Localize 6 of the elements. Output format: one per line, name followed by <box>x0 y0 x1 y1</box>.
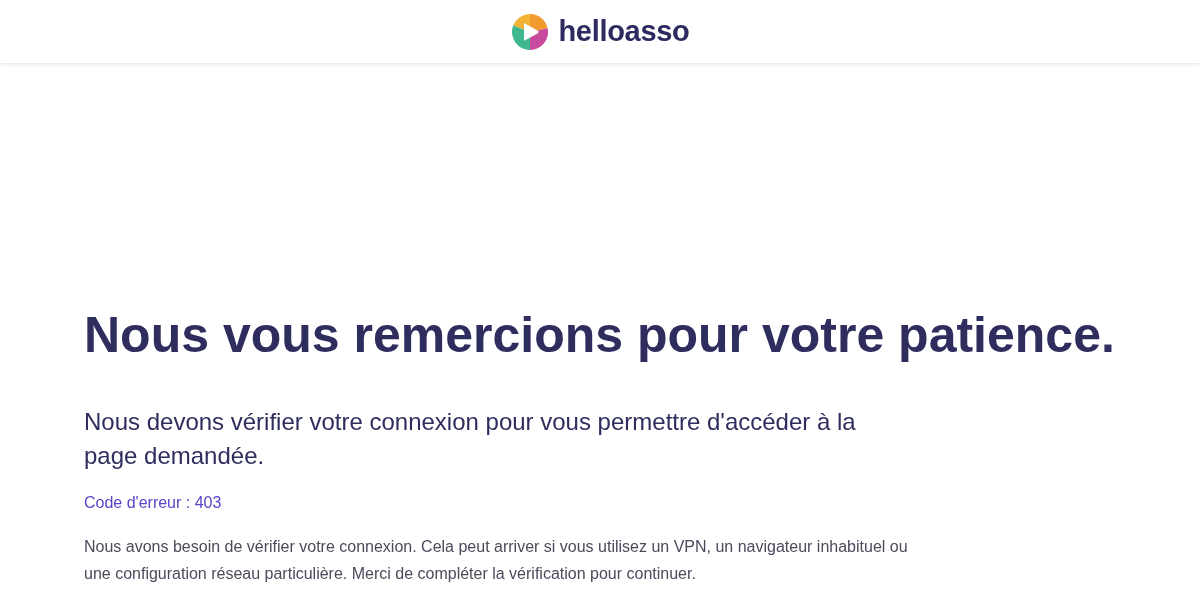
description-text: Nous avons besoin de vérifier votre connexion. Cela peut arriver si vous utilisez un VPN, un navigateur inhabituel ou une configuration réseau particulière. Merci de compléter la vérification pour continuer. <box>84 537 909 584</box>
logo-text: helloasso <box>558 17 690 46</box>
logo-icon <box>512 13 549 50</box>
subtitle-text: Nous devons vérifier votre connexion pour vous permettre d'accéder à la page demandée. <box>84 407 857 471</box>
error-code-text: Code d'erreur : 403 <box>84 493 223 513</box>
page-title: Nous vous remercions pour votre patience. <box>84 306 1116 365</box>
